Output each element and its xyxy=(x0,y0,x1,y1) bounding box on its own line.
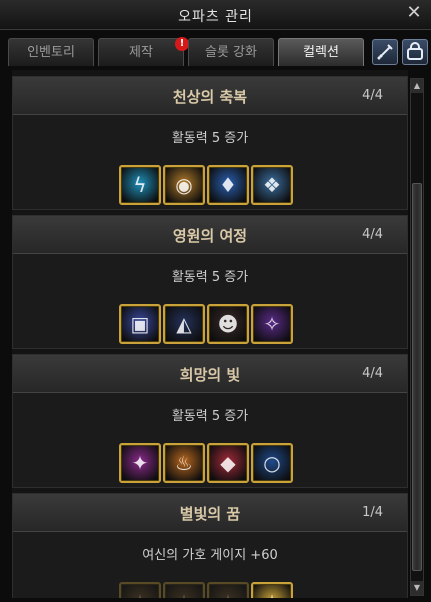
sword-icon[interactable] xyxy=(372,39,398,65)
tab-collection-label: 컬렉션 xyxy=(303,45,339,60)
panel-header: 영원의 여정 4/4 xyxy=(13,216,407,254)
collection-effect: 활동력 5 증가 xyxy=(171,270,249,285)
item-icons: ✶ ✶ ✶ ✶ xyxy=(119,582,303,598)
collection-progress: 4/4 xyxy=(362,88,383,103)
star-relic-4-icon[interactable]: ✶ xyxy=(251,582,293,598)
scroll-thumb[interactable] xyxy=(412,183,422,571)
item-icons: ✦ ♨ ◆ ○ xyxy=(119,443,303,483)
scrollbar[interactable]: ▲ ▼ xyxy=(410,78,424,596)
window-title: 오파츠 관리 xyxy=(178,9,253,25)
tab-collection[interactable]: 컬렉션 xyxy=(278,38,364,66)
golden-stone-icon[interactable]: ◉ xyxy=(163,165,205,205)
star-relic-2-icon[interactable]: ✶ xyxy=(163,582,205,598)
panel-header: 천상의 축복 4/4 xyxy=(13,77,407,115)
violet-shard-icon[interactable]: ✧ xyxy=(251,304,293,344)
blue-crystal-icon[interactable]: ♦ xyxy=(207,165,249,205)
bag-icon[interactable] xyxy=(402,39,428,65)
alert-badge: ! xyxy=(175,37,189,51)
dark-mask-icon[interactable]: ☻ xyxy=(207,304,249,344)
collection-progress: 4/4 xyxy=(362,227,383,242)
collection-effect: 활동력 5 증가 xyxy=(171,409,249,424)
hooded-figure-icon[interactable]: ◭ xyxy=(163,304,205,344)
ruby-gem-icon[interactable]: ◆ xyxy=(207,443,249,483)
collection-effect: 여신의 가호 게이지 +60 xyxy=(142,548,278,563)
star-relic-1-icon[interactable]: ✶ xyxy=(119,582,161,598)
winged-gem-icon[interactable]: ❖ xyxy=(251,165,293,205)
panel-header: 희망의 빛 4/4 xyxy=(13,355,407,393)
amber-flame-icon[interactable]: ♨ xyxy=(163,443,205,483)
collection-panel: 희망의 빛 4/4 활동력 5 증가 ✦ ♨ ◆ ○ xyxy=(12,354,408,488)
tab-slot-upgrade[interactable]: 슬롯 강화 xyxy=(188,38,274,66)
tab-inventory[interactable]: 인벤토리 xyxy=(8,38,94,66)
collection-name: 천상의 축복 xyxy=(172,88,248,106)
collection-list: 천상의 축복 4/4 활동력 5 증가 ϟ ◉ ♦ ❖ 영원의 여정 4/4 활… xyxy=(12,70,408,598)
collection-progress: 4/4 xyxy=(362,366,383,381)
collection-name: 영원의 여정 xyxy=(172,227,248,245)
panel-header: 별빛의 꿈 1/4 xyxy=(13,494,407,532)
tab-slot-upgrade-label: 슬롯 강화 xyxy=(205,45,257,60)
scroll-up-icon[interactable]: ▲ xyxy=(411,79,423,93)
item-icons: ϟ ◉ ♦ ❖ xyxy=(119,165,303,205)
collection-effect: 활동력 5 증가 xyxy=(171,131,249,146)
collection-panel: 별빛의 꿈 1/4 여신의 가호 게이지 +60 ✶ ✶ ✶ ✶ xyxy=(12,493,408,598)
collection-panel: 영원의 여정 4/4 활동력 5 증가 ▣ ◭ ☻ ✧ xyxy=(12,215,408,349)
star-relic-3-icon[interactable]: ✶ xyxy=(207,582,249,598)
sapphire-ring-icon[interactable]: ○ xyxy=(251,443,293,483)
tab-crafting[interactable]: 제작 ! xyxy=(98,37,189,66)
collection-progress: 1/4 xyxy=(362,505,383,520)
tab-bar: 인벤토리 제작 ! 슬롯 강화 컬렉션 xyxy=(8,37,428,66)
collection-name: 별빛의 꿈 xyxy=(179,505,241,523)
collection-panel: 천상의 축복 4/4 활동력 5 증가 ϟ ◉ ♦ ❖ xyxy=(12,76,408,210)
item-icons: ▣ ◭ ☻ ✧ xyxy=(119,304,303,344)
pink-star-gem-icon[interactable]: ✦ xyxy=(119,443,161,483)
collection-name: 희망의 빛 xyxy=(179,366,241,384)
scroll-down-icon[interactable]: ▼ xyxy=(411,581,423,595)
close-icon[interactable]: ✕ xyxy=(403,2,425,24)
title-bar: 오파츠 관리 ✕ xyxy=(0,0,431,30)
tab-crafting-label: 제작 xyxy=(129,45,153,60)
lightning-orb-icon[interactable]: ϟ xyxy=(119,165,161,205)
rune-tablet-icon[interactable]: ▣ xyxy=(119,304,161,344)
tab-inventory-label: 인벤토리 xyxy=(27,45,75,60)
